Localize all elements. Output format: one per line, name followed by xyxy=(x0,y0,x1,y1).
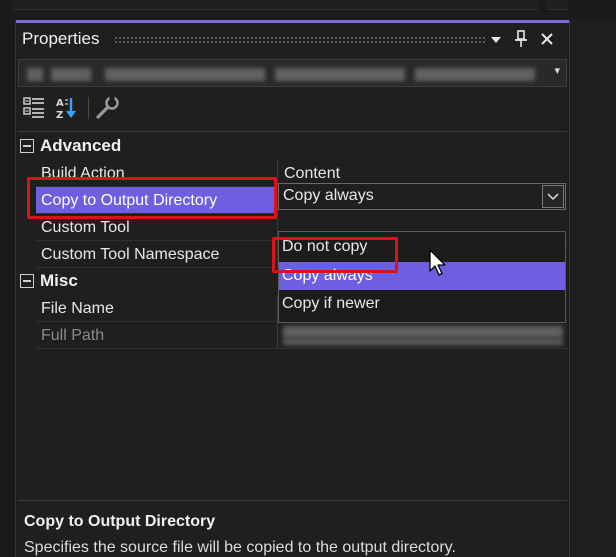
redacted-text xyxy=(283,326,563,338)
alphabetical-icon: A Z xyxy=(56,98,76,121)
redacted-text xyxy=(415,68,535,81)
description-text: Specifies the source file will be copied… xyxy=(24,539,456,556)
wrench-icon xyxy=(96,96,119,119)
mouse-cursor-icon xyxy=(429,249,446,276)
category-name: Advanced xyxy=(40,136,122,155)
property-name: Custom Tool Namespace xyxy=(36,241,278,268)
object-selector[interactable]: ▾ xyxy=(18,59,567,87)
property-name: File Name xyxy=(36,295,278,322)
redacted-text xyxy=(275,68,405,81)
close-button[interactable] xyxy=(536,27,558,51)
dropdown-arrow-icon xyxy=(491,37,501,43)
highlight-box-property xyxy=(27,177,277,219)
categorized-button[interactable] xyxy=(22,95,50,121)
description-pane: Copy to Output Directory Specifies the s… xyxy=(18,500,567,557)
panel-titlebar[interactable]: Properties xyxy=(16,23,569,57)
svg-text:A: A xyxy=(56,98,64,109)
left-editor-edge xyxy=(0,20,16,557)
highlight-box-option xyxy=(272,237,398,273)
drag-grip[interactable] xyxy=(114,36,486,43)
copy-to-output-combobox[interactable]: Copy always xyxy=(278,183,566,210)
pin-icon xyxy=(515,30,527,47)
close-icon xyxy=(541,33,553,45)
properties-panel: Properties ▾ A Z Advanced Build Action C… xyxy=(16,20,569,557)
collapse-icon[interactable] xyxy=(20,274,34,288)
top-strip xyxy=(0,0,616,20)
property-name: Full Path xyxy=(36,322,278,349)
category-advanced[interactable]: Advanced xyxy=(18,133,567,160)
property-pages-button[interactable] xyxy=(94,95,122,121)
redacted-text xyxy=(105,68,265,81)
option-copy-if-newer[interactable]: Copy if newer xyxy=(279,290,565,318)
svg-text:Z: Z xyxy=(56,110,63,121)
window-menu-button[interactable] xyxy=(485,27,507,51)
properties-toolbar: A Z xyxy=(16,91,569,125)
redacted-text xyxy=(51,68,91,81)
toolbar-separator xyxy=(88,97,89,119)
property-row-full-path[interactable]: Full Path xyxy=(36,322,567,349)
chevron-down-icon[interactable]: ▾ xyxy=(554,64,560,77)
redacted-text xyxy=(283,339,563,345)
right-editor-edge xyxy=(569,20,616,557)
top-tab-strip xyxy=(12,0,538,10)
description-title: Copy to Output Directory xyxy=(24,513,216,530)
panel-title: Properties xyxy=(22,29,100,48)
alphabetical-button[interactable]: A Z xyxy=(54,95,82,121)
chevron-down-icon xyxy=(547,193,559,201)
categorized-icon xyxy=(23,97,44,118)
collapse-icon[interactable] xyxy=(20,139,34,153)
redacted-text xyxy=(27,68,43,81)
pin-button[interactable] xyxy=(510,27,532,51)
category-name: Misc xyxy=(40,271,78,290)
combo-dropdown-button[interactable] xyxy=(542,185,564,208)
top-tab-strip-right xyxy=(546,0,568,10)
property-value xyxy=(279,322,567,349)
combo-value: Copy always xyxy=(283,187,374,204)
